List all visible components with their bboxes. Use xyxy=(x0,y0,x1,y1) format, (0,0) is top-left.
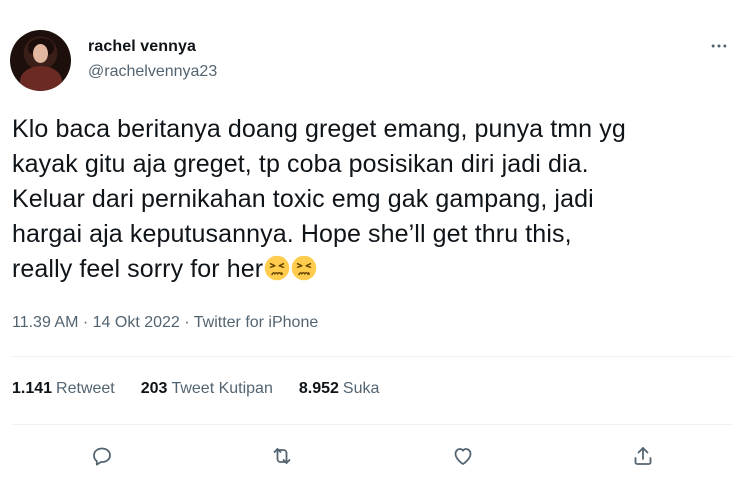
tweet-stats: 1.141 Retweet 203 Tweet Kutipan 8.952 Suka xyxy=(12,380,379,398)
avatar[interactable] xyxy=(10,30,71,91)
share-button[interactable] xyxy=(625,438,661,474)
retweet-label: Retweet xyxy=(56,380,115,397)
retweet-stat[interactable]: 1.141 Retweet xyxy=(12,380,115,398)
like-label: Suka xyxy=(342,380,380,397)
meta-separator: · xyxy=(78,314,93,331)
more-icon[interactable] xyxy=(707,34,731,58)
retweet-button[interactable] xyxy=(264,438,300,474)
tweet-body: Klo baca beritanya doang greget emang, p… xyxy=(12,115,626,283)
tweet-time[interactable]: 11.39 AM xyxy=(12,314,78,331)
like-button[interactable] xyxy=(445,438,481,474)
reply-button[interactable] xyxy=(84,438,120,474)
tweet-source[interactable]: Twitter for iPhone xyxy=(194,314,319,331)
tired-face-emoji xyxy=(264,255,290,281)
quote-label: Tweet Kutipan xyxy=(171,380,273,397)
divider xyxy=(12,424,733,425)
like-icon xyxy=(454,448,472,465)
reply-icon xyxy=(93,447,112,466)
divider xyxy=(12,356,733,357)
like-stat[interactable]: 8.952 Suka xyxy=(299,380,380,398)
tweet-text: Klo baca beritanya doang greget emang, p… xyxy=(12,112,732,287)
action-bar xyxy=(12,438,733,474)
retweet-count: 1.141 xyxy=(12,380,53,397)
like-count: 8.952 xyxy=(298,380,339,397)
author-handle[interactable]: @rachelvennya23 xyxy=(88,63,217,81)
tweet-meta: 11.39 AM · 14 Okt 2022 · Twitter for iPh… xyxy=(12,314,318,332)
quote-stat[interactable]: 203 Tweet Kutipan xyxy=(141,380,273,398)
share-icon xyxy=(634,447,652,465)
author-display-name[interactable]: rachel vennya xyxy=(88,38,196,56)
meta-separator: · xyxy=(179,314,194,331)
tired-face-emoji xyxy=(291,255,317,281)
retweet-icon xyxy=(273,448,291,464)
tweet-header: rachel vennya @rachelvennya23 xyxy=(10,28,745,94)
tweet-date[interactable]: 14 Okt 2022 xyxy=(93,314,180,331)
quote-count: 203 xyxy=(140,380,168,397)
